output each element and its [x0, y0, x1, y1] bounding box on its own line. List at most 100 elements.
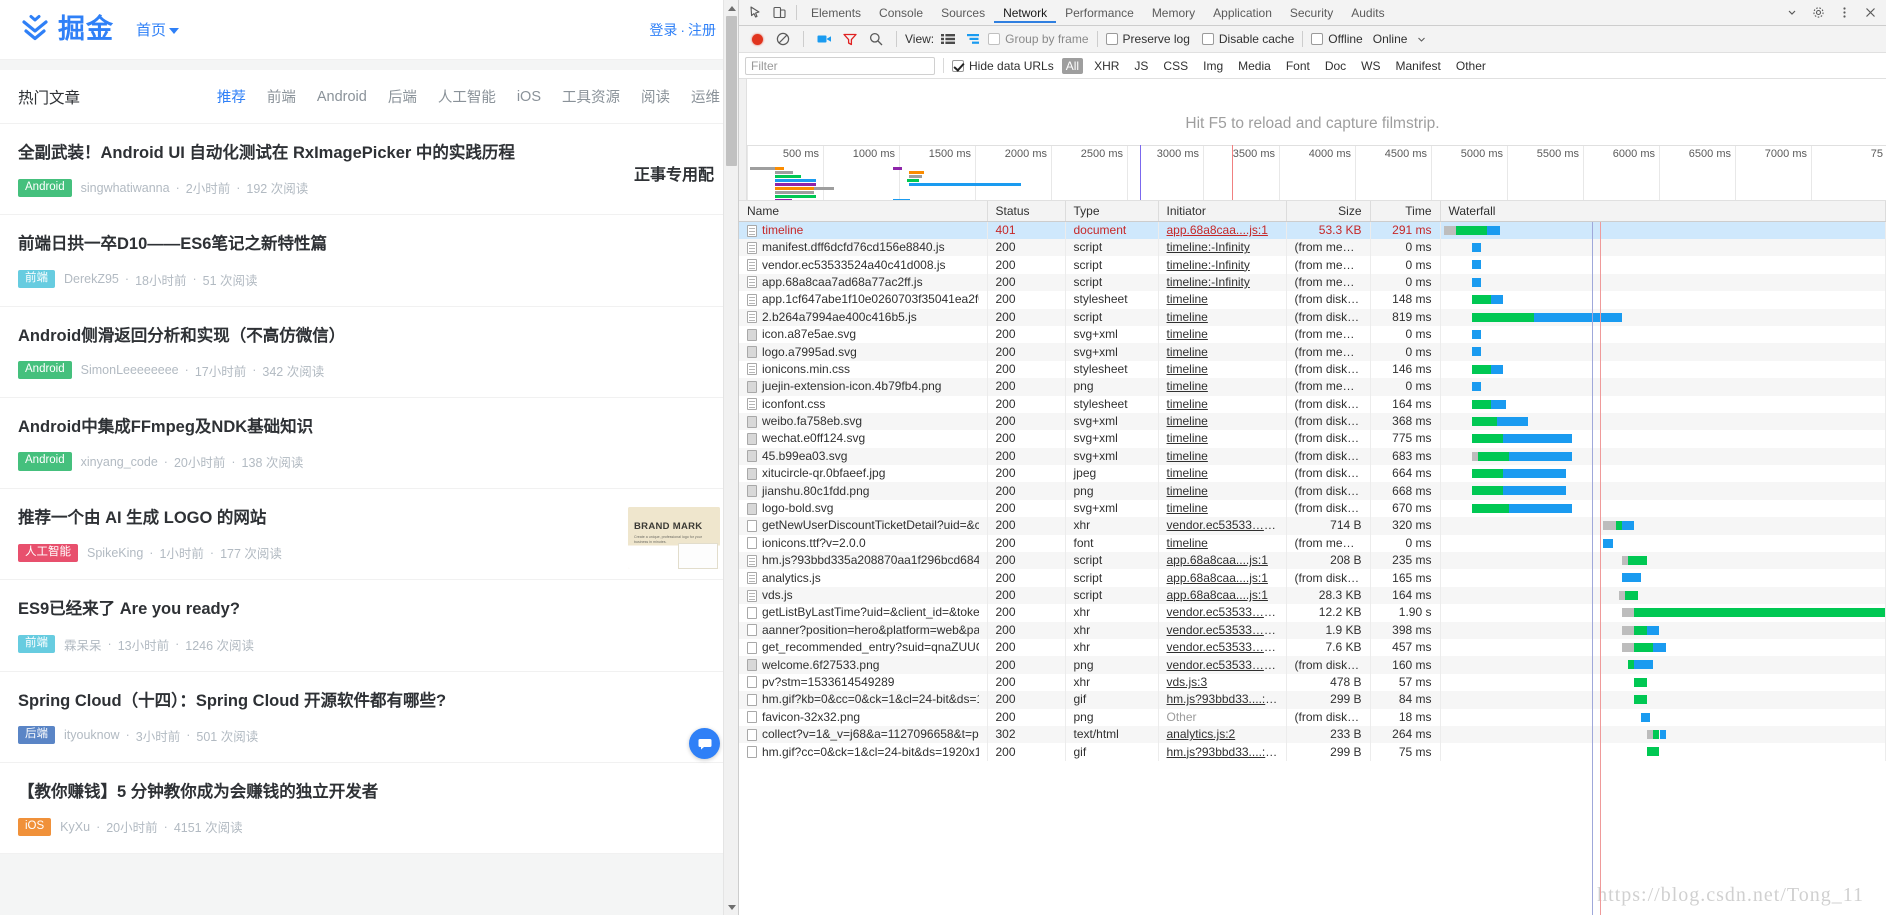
- category-tab-7[interactable]: 阅读: [641, 86, 670, 107]
- article-tag[interactable]: Android: [18, 178, 72, 197]
- cell-name[interactable]: pv?stm=1533614549289: [739, 673, 988, 692]
- table-row[interactable]: app.1cf647abe1f10e0260703f35041ea2f0.css…: [739, 291, 1886, 309]
- article-author[interactable]: SpikeKing: [87, 546, 143, 560]
- filter-funnel-icon[interactable]: [838, 27, 862, 51]
- table-row[interactable]: logo-bold.svg 200 svg+xml timeline (from dis…: [739, 499, 1886, 518]
- article-item[interactable]: Android侧滑返回分析和实现（不高仿微信） Android SimonLeeee…: [0, 306, 738, 398]
- clear-no-entry-icon[interactable]: [771, 27, 795, 51]
- initiator-link[interactable]: Other: [1167, 710, 1197, 724]
- close-icon[interactable]: [1858, 1, 1882, 25]
- cell-name[interactable]: iconfont.css: [739, 395, 988, 413]
- camera-icon[interactable]: [812, 27, 836, 51]
- cell-name[interactable]: app.1cf647abe1f10e0260703f35041ea2f0.css: [739, 291, 988, 309]
- cell-initiator[interactable]: timeline: [1158, 465, 1287, 483]
- scrollbar-down-arrow[interactable]: [724, 899, 738, 915]
- column-header-size[interactable]: Size: [1286, 201, 1371, 222]
- search-icon[interactable]: [864, 27, 888, 51]
- article-title[interactable]: 推荐一个由 AI 生成 LOGO 的网站: [18, 507, 720, 529]
- cell-initiator[interactable]: timeline: [1158, 412, 1287, 431]
- table-row[interactable]: favicon-32x32.png 200 png Other (from disk c…: [739, 708, 1886, 726]
- cell-initiator[interactable]: timeline: [1158, 499, 1287, 518]
- cell-name[interactable]: 2.b264a7994ae400c416b5.js: [739, 308, 988, 326]
- cell-name[interactable]: hm.gif?cc=0&ck=1&cl=24-bit&ds=1920x1080&…: [739, 743, 988, 761]
- disable-cache-checkbox[interactable]: Disable cache: [1201, 32, 1294, 46]
- initiator-link[interactable]: timeline: [1167, 310, 1208, 324]
- devtools-tab-audits[interactable]: Audits: [1342, 2, 1393, 23]
- initiator-link[interactable]: timeline: [1167, 327, 1208, 341]
- initiator-link[interactable]: timeline: [1167, 345, 1208, 359]
- initiator-link[interactable]: vendor.ec53533….js:19: [1167, 623, 1286, 637]
- article-title[interactable]: 前端日拱一卒D10——ES6笔记之新特性篇: [18, 233, 720, 255]
- cell-name[interactable]: welcome.6f27533.png: [739, 656, 988, 674]
- initiator-link[interactable]: timeline: [1167, 449, 1208, 463]
- table-row[interactable]: ionicons.min.css 200 stylesheet timeline (fr…: [739, 360, 1886, 379]
- cell-initiator[interactable]: timeline: [1158, 291, 1287, 309]
- cell-initiator[interactable]: timeline: [1158, 343, 1287, 361]
- juejin-chevrons-icon[interactable]: [18, 13, 52, 47]
- cell-initiator[interactable]: app.68a8caa....js:1: [1158, 221, 1287, 239]
- column-header-initiator[interactable]: Initiator: [1158, 201, 1287, 222]
- article-item[interactable]: 前端日拱一卒D10——ES6笔记之新特性篇 前端 DerekZ95 · 18小时前 · 51…: [0, 215, 738, 307]
- resource-filter-other[interactable]: Other: [1452, 58, 1490, 74]
- article-title[interactable]: Android侧滑返回分析和实现（不高仿微信）: [18, 325, 720, 347]
- initiator-link[interactable]: timeline: [1167, 431, 1208, 445]
- table-row[interactable]: hm.gif?kb=0&cc=0&ck=1&cl=24-bit&ds=1920x…: [739, 691, 1886, 709]
- initiator-link[interactable]: timeline: [1167, 466, 1208, 480]
- initiator-link[interactable]: timeline: [1167, 501, 1208, 515]
- initiator-link[interactable]: timeline:-Infinity: [1167, 275, 1250, 289]
- table-row[interactable]: app.68a8caa7ad68a77ac2ff.js 200 script time…: [739, 273, 1886, 292]
- cell-name[interactable]: icon.a87e5ae.svg: [739, 325, 988, 344]
- table-row[interactable]: vds.js 200 script app.68a8caa....js:1 28.3 K…: [739, 586, 1886, 605]
- category-tab-5[interactable]: iOS: [517, 89, 541, 105]
- cell-initiator[interactable]: timeline: [1158, 534, 1287, 553]
- article-author[interactable]: ityouknow: [64, 728, 120, 742]
- article-title[interactable]: 全副武装！Android UI 自动化测试在 RxImagePicker 中的实…: [18, 142, 720, 164]
- table-row[interactable]: juejin-extension-icon.4b79fb4.png 200 png t…: [739, 378, 1886, 396]
- chevron-down-icon[interactable]: [1409, 27, 1433, 51]
- site-logo-text[interactable]: 掘金: [58, 16, 114, 43]
- table-row[interactable]: get_recommended_entry?suid=qnaZUUQaaNaaN…: [739, 638, 1886, 657]
- initiator-link[interactable]: app.68a8caa....js:1: [1167, 553, 1268, 567]
- category-tab-2[interactable]: Android: [317, 89, 367, 105]
- scrollbar-up-arrow[interactable]: [724, 0, 738, 16]
- resource-filter-manifest[interactable]: Manifest: [1392, 58, 1445, 74]
- article-author[interactable]: SimonLeeeeeeee: [81, 363, 179, 377]
- cell-name[interactable]: get_recommended_entry?suid=qnaZUUQaaNaaN…: [739, 638, 988, 657]
- initiator-link[interactable]: timeline:-Infinity: [1167, 240, 1250, 254]
- register-link[interactable]: 注册: [688, 22, 716, 38]
- throttling-value[interactable]: Online: [1373, 32, 1408, 46]
- initiator-link[interactable]: app.68a8caa....js:1: [1167, 571, 1268, 585]
- network-requests-table-wrap[interactable]: Name Status Type Initiator Size Time Waterfall…: [739, 201, 1886, 915]
- login-link[interactable]: 登录: [649, 22, 677, 38]
- cell-name[interactable]: ionicons.min.css: [739, 360, 988, 379]
- group-by-frame-checkbox[interactable]: Group by frame: [988, 32, 1089, 46]
- devtools-tab-console[interactable]: Console: [870, 2, 932, 23]
- table-row[interactable]: weibo.fa758eb.svg 200 svg+xml timeline (from…: [739, 412, 1886, 431]
- resource-filter-font[interactable]: Font: [1282, 58, 1314, 74]
- initiator-link[interactable]: app.68a8caa....js:1: [1167, 588, 1268, 602]
- devtools-tab-memory[interactable]: Memory: [1143, 2, 1204, 23]
- waterfall-view-icon[interactable]: [962, 27, 986, 51]
- article-thumbnail[interactable]: BRAND MARK Create a unique, professional …: [628, 507, 720, 570]
- cell-initiator[interactable]: vendor.ec53533….js:19: [1158, 621, 1287, 639]
- article-title[interactable]: ES9已经来了 Are you ready?: [18, 598, 720, 620]
- cell-name[interactable]: vds.js: [739, 586, 988, 605]
- cell-name[interactable]: juejin-extension-icon.4b79fb4.png: [739, 378, 988, 396]
- column-header-type[interactable]: Type: [1065, 201, 1159, 222]
- article-title[interactable]: Spring Cloud（十四）：Spring Cloud 开源软件都有哪些?: [18, 690, 720, 712]
- initiator-link[interactable]: app.68a8caa....js:1: [1167, 223, 1268, 237]
- offline-checkbox[interactable]: Offline: [1311, 32, 1363, 46]
- cell-initiator[interactable]: timeline: [1158, 482, 1287, 500]
- table-row[interactable]: getNewUserDiscountTicketDetail?uid=&clie…: [739, 517, 1886, 535]
- article-item[interactable]: 推荐一个由 AI 生成 LOGO 的网站 人工智能 SpikeKing · 1小时前 · 1…: [0, 489, 738, 581]
- table-row[interactable]: aanner?position=hero&platform=web&page=0…: [739, 621, 1886, 639]
- cell-name[interactable]: wechat.e0ff124.svg: [739, 430, 988, 448]
- article-author[interactable]: xinyang_code: [81, 455, 158, 469]
- scrollbar-thumb[interactable]: [726, 16, 737, 166]
- article-tag[interactable]: Android: [18, 452, 72, 471]
- cell-initiator[interactable]: app.68a8caa....js:1: [1158, 552, 1287, 570]
- cell-initiator[interactable]: timeline: [1158, 447, 1287, 466]
- resource-filter-ws[interactable]: WS: [1357, 58, 1384, 74]
- cell-name[interactable]: logo-bold.svg: [739, 499, 988, 518]
- article-tag[interactable]: 前端: [18, 269, 55, 289]
